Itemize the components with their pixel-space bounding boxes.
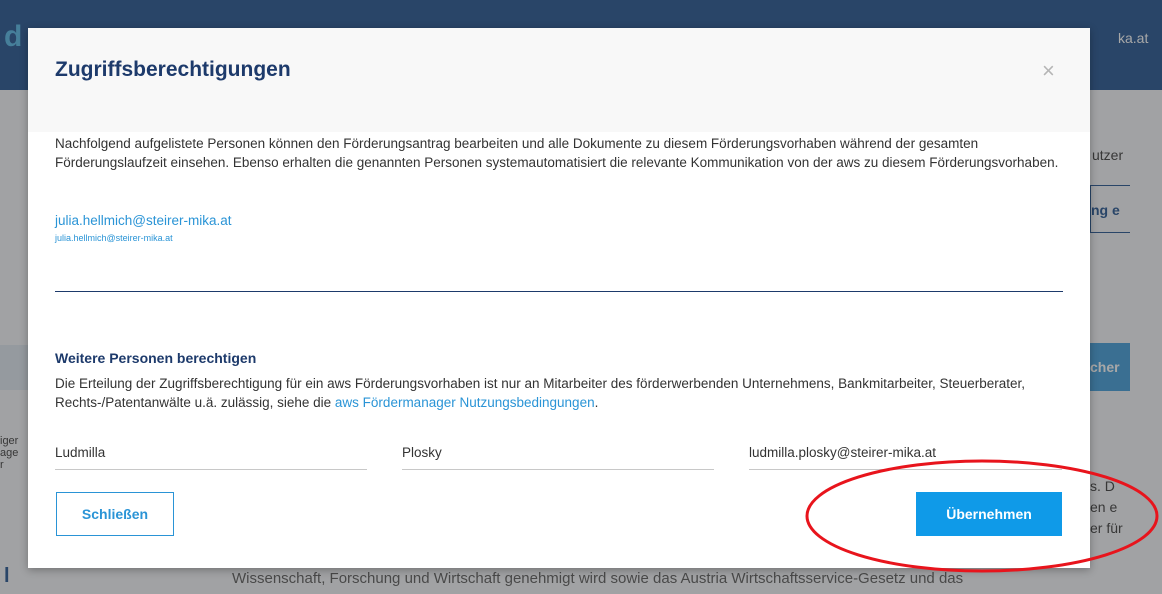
intro-text: Nachfolgend aufgelistete Personen können… [55,136,1059,170]
dialog-title: Zugriffsberechtigungen [55,58,291,81]
dialog-header: Zugriffsberechtigungen × [28,28,1090,132]
access-permissions-dialog: Zugriffsberechtigungen × Nachfolgend auf… [28,28,1090,568]
close-icon[interactable]: × [1042,58,1055,84]
authorized-person-email-sub: julia.hellmich@steirer-mika.at [55,233,173,243]
email-field[interactable]: ludmilla.plosky@steirer-mika.at [749,440,1062,470]
first-name-field[interactable]: Ludmilla [55,440,367,470]
close-button[interactable]: Schließen [56,492,174,536]
section-text: Die Erteilung der Zugriffsberechtigung f… [55,376,1026,410]
section-title: Weitere Personen berechtigen [55,350,257,366]
last-name-field[interactable]: Plosky [402,440,714,470]
section-divider [55,291,1063,292]
terms-link[interactable]: aws Fördermanager Nutzungsbedingungen [335,395,595,410]
authorized-person-email: julia.hellmich@steirer-mika.at [55,213,232,228]
apply-button[interactable]: Übernehmen [916,492,1062,536]
